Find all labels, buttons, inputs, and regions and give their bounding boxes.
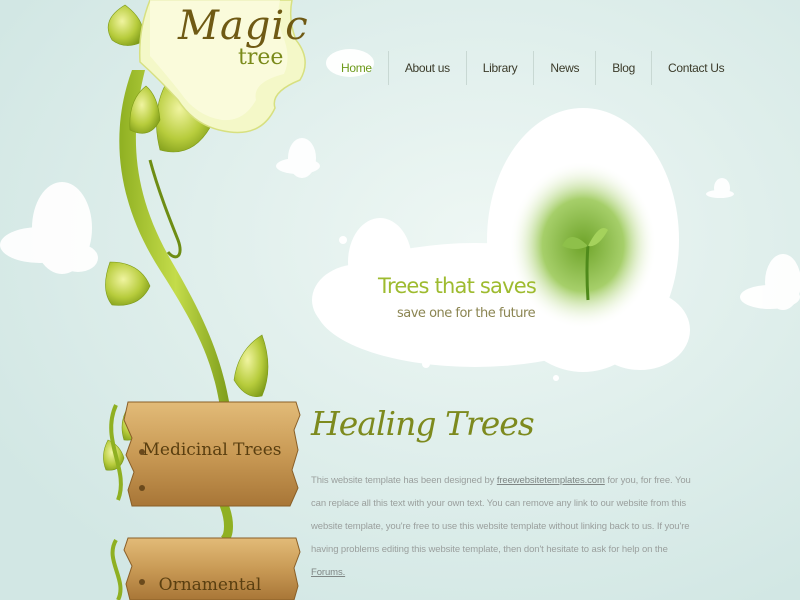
- nav-contact-us[interactable]: Contact Us: [651, 51, 740, 85]
- main-nav: Home About us Library News Blog Contact …: [325, 50, 740, 86]
- nav-about-us[interactable]: About us: [387, 51, 466, 85]
- content-text-2: for you, for free. You can replace all t…: [311, 475, 691, 555]
- sign-ornamental[interactable]: Ornamental: [130, 575, 290, 595]
- logo-main-text: Magic: [178, 3, 309, 49]
- nav-news[interactable]: News: [533, 51, 595, 85]
- logo[interactable]: Magic tree: [178, 3, 309, 70]
- sprout-image: [509, 161, 657, 329]
- logo-sub-text: tree: [238, 45, 284, 70]
- nav-home[interactable]: Home: [325, 51, 388, 85]
- content-text-1: This website template has been designed …: [311, 475, 497, 486]
- content-paragraph: This website template has been designed …: [311, 469, 691, 584]
- hero-title: Trees that saves: [378, 274, 537, 298]
- nav-blog[interactable]: Blog: [595, 51, 651, 85]
- freewebsitetemplates-link[interactable]: freewebsitetemplates.com: [497, 475, 605, 486]
- forums-link[interactable]: Forums.: [311, 567, 345, 578]
- sign-medicinal-trees[interactable]: Medicinal Trees: [132, 440, 292, 460]
- content-title: Healing Trees: [311, 404, 535, 443]
- hero-subtitle: save one for the future: [397, 306, 536, 321]
- nav-library[interactable]: Library: [465, 51, 534, 85]
